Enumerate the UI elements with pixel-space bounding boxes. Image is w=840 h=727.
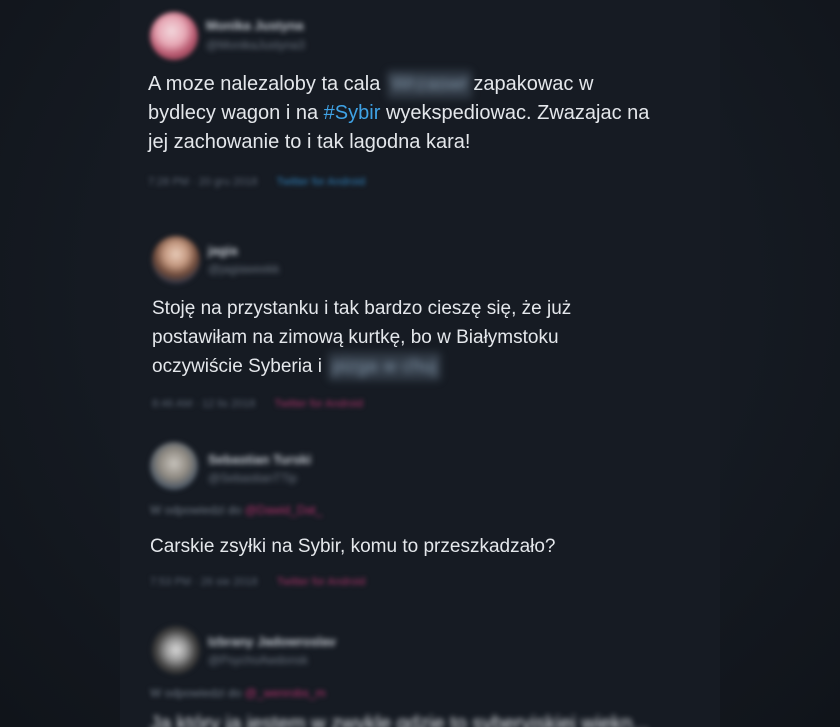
- author-name[interactable]: Sebastian Turski: [208, 452, 311, 467]
- tweet-text-line: oczywiście Syberia i pizga w chuj: [152, 352, 571, 381]
- redacted-mention: Wrzaswr: [386, 70, 473, 99]
- source-link[interactable]: Twitter for Android: [277, 576, 366, 588]
- tweet-text: Carskie zsyłki na Sybir, komu to przeszk…: [150, 536, 556, 557]
- author-handle[interactable]: @jagiaweekk: [208, 262, 280, 276]
- text-fragment: zapakowac w: [473, 73, 594, 95]
- tweet-text-line: postawiłam na zimową kurtkę, bo w Białym…: [152, 327, 559, 348]
- reply-context: W odpowiedzi do @Dawid_Dat_: [150, 503, 322, 517]
- text-fragment: oczywiście Syberia i: [152, 356, 322, 377]
- author-handle[interactable]: @PsychoAwdonsk: [208, 653, 308, 667]
- hashtag-link[interactable]: #Sybir: [324, 102, 381, 124]
- author-name[interactable]: Izbrany Jadowroslav: [208, 634, 336, 649]
- text-fragment: wyekspediowac. Zwazajac na: [385, 102, 650, 124]
- tweet-text-line: bydlecy wagon i na #Sybir wyekspediowac.…: [148, 99, 649, 128]
- screenshot-stage: Monika Justyna @MonikaJustyna3 A moze na…: [0, 0, 840, 727]
- tweet-meta: 7:28 PM · 20 gru 2018 Twitter for Androi…: [148, 176, 365, 188]
- tweet-text: Stoję na przystanku i tak bardzo cieszę …: [152, 294, 571, 381]
- text-fragment: bydlecy wagon i na: [148, 102, 319, 124]
- author-name[interactable]: Monika Justyna: [206, 18, 304, 33]
- avatar[interactable]: [150, 12, 198, 60]
- source-link[interactable]: Twitter for Android: [277, 176, 366, 188]
- reply-mention-link[interactable]: @_wenrobs_m: [245, 686, 326, 700]
- avatar[interactable]: [152, 236, 200, 284]
- reply-context: W odpowiedzi do @_wenrobs_m: [150, 686, 326, 700]
- author-name[interactable]: jagia: [208, 243, 238, 258]
- text-fragment: A moze nalezaloby ta cala: [148, 73, 381, 95]
- reply-label: W odpowiedzi do: [150, 503, 242, 517]
- tweet-text-line: jej zachowanie to i tak lagodna kara!: [148, 131, 471, 153]
- reply-mention-link[interactable]: @Dawid_Dat_: [245, 503, 323, 517]
- source-link[interactable]: Twitter for Android: [274, 398, 363, 410]
- reply-label: W odpowiedzi do: [150, 686, 242, 700]
- tweet-text-cutoff: Ja który ja jestem w zwykle gdzie to syb…: [150, 713, 650, 727]
- timestamp-link[interactable]: 7:53 PM · 26 sie 2018: [150, 576, 258, 588]
- timestamp-link[interactable]: 7:28 PM · 20 gru 2018: [148, 176, 257, 188]
- avatar[interactable]: [150, 442, 198, 490]
- author-handle[interactable]: @SebastianTTip: [208, 471, 297, 485]
- author-handle[interactable]: @MonikaJustyna3: [206, 38, 305, 52]
- timestamp-link[interactable]: 8:46 AM · 12 lis 2018: [152, 398, 255, 410]
- tweet-meta: 8:46 AM · 12 lis 2018 Twitter for Androi…: [152, 398, 363, 410]
- tweet-feed: Monika Justyna @MonikaJustyna3 A moze na…: [120, 0, 720, 727]
- tweet-meta: 7:53 PM · 26 sie 2018 Twitter for Androi…: [150, 576, 365, 588]
- tweet-text-line: A moze nalezaloby ta cala Wrzaswr zapakow…: [148, 70, 649, 99]
- tweet-text-line: Stoję na przystanku i tak bardzo cieszę …: [152, 298, 572, 319]
- avatar[interactable]: [152, 626, 200, 674]
- redacted-text: pizga w chuj: [328, 352, 441, 381]
- tweet-text: A moze nalezaloby ta cala Wrzaswr zapakow…: [148, 70, 649, 157]
